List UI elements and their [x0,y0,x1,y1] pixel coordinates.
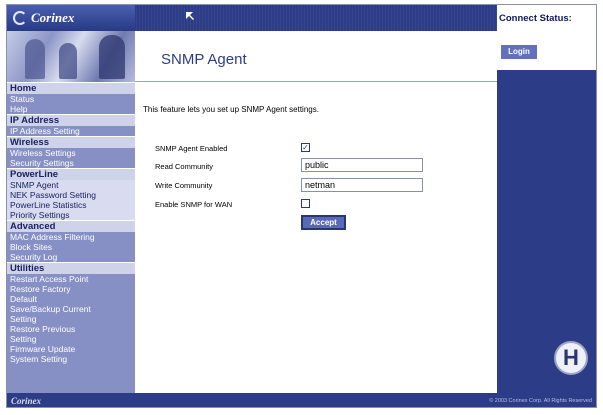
sidebar-section-header: PowerLine [7,168,135,180]
snmp-enabled-label: SNMP Agent Enabled [155,144,228,153]
page-title: SNMP Agent [161,51,247,68]
sidebar: Home Status Help IP Address IP Address Setti… [7,31,135,393]
logo-text: Corinex [31,10,75,25]
write-community-input[interactable] [301,178,423,192]
help-letter: H [563,345,579,370]
snmp-wan-checkbox[interactable] [301,199,310,208]
right-panel: Connect Status: Login H [497,5,596,393]
sidebar-item[interactable]: Block Sites [7,242,135,252]
sidebar-section-header: Utilities [7,262,135,274]
connect-status-box: Connect Status: Login [497,5,596,70]
sidebar-item[interactable]: Security Log [7,252,135,262]
brand-logo: Corinex [7,5,135,31]
sidebar-item[interactable]: NEK Password Setting [7,190,135,200]
header-photo [7,31,135,82]
sidebar-item[interactable]: SNMP Agent [7,180,135,190]
sidebar-item[interactable]: System Setting [7,354,135,364]
connect-status-label: Connect Status: [499,13,572,24]
sidebar-menu: Home Status Help IP Address IP Address Setti… [7,82,135,364]
sidebar-item[interactable]: Priority Settings [7,210,135,220]
main-content: SNMP Agent This feature lets you set up … [135,31,497,393]
cursor-icon [186,12,194,20]
footer-logo: Corinex [11,396,42,406]
sidebar-item[interactable]: Security Settings [7,158,135,168]
title-divider [135,81,497,82]
sidebar-item[interactable]: IP Address Setting [7,126,135,136]
sidebar-item[interactable]: Wireless Settings [7,148,135,158]
help-icon[interactable]: H [554,341,588,375]
footer-copyright: © 2003 Corinex Corp. All Rights Reserved [489,398,592,404]
sidebar-item[interactable]: Restart Access Point [7,274,135,284]
login-button[interactable]: Login [501,45,537,59]
sidebar-section-header: Home [7,82,135,94]
sidebar-item[interactable]: Firmware Update [7,344,135,354]
sidebar-item[interactable]: Save/Backup Current [7,304,135,314]
write-community-label: Write Community [155,181,213,190]
sidebar-item[interactable]: MAC Address Filtering [7,232,135,242]
snmp-wan-label: Enable SNMP for WAN [155,200,233,209]
sidebar-section-header: Wireless [7,136,135,148]
sidebar-section-header: Advanced [7,220,135,232]
read-community-label: Read Community [155,162,213,171]
accept-button[interactable]: Accept [301,215,346,230]
sidebar-item[interactable]: Restore Previous [7,324,135,334]
sidebar-item[interactable]: Setting [7,334,135,344]
sidebar-item[interactable]: Setting [7,314,135,324]
sidebar-item[interactable]: PowerLine Statistics [7,200,135,210]
sidebar-item[interactable]: Restore Factory [7,284,135,294]
read-community-input[interactable] [301,158,423,172]
intro-text: This feature lets you set up SNMP Agent … [143,105,319,114]
footer: Corinex © 2003 Corinex Corp. All Rights … [7,393,596,407]
sidebar-item[interactable]: Status [7,94,135,104]
sidebar-item[interactable]: Help [7,104,135,114]
logo-icon [13,11,27,25]
snmp-enabled-checkbox[interactable]: ✓ [301,143,310,152]
sidebar-item[interactable]: Default [7,294,135,304]
app-frame: Corinex Home Status Help IP Address IP Addre… [6,4,597,408]
sidebar-section-header: IP Address [7,114,135,126]
